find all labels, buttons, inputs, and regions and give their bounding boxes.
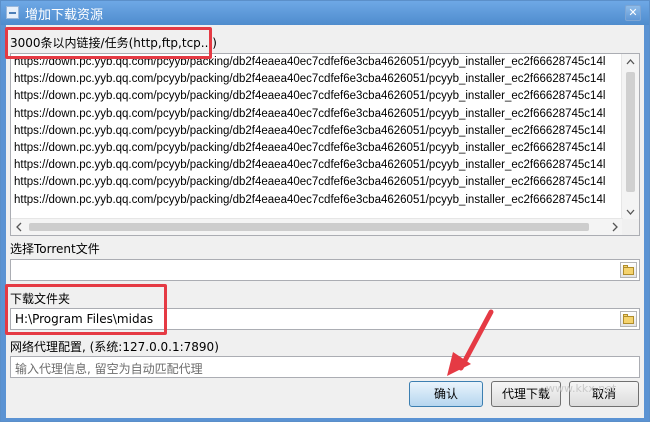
- scroll-up-icon: [626, 59, 635, 65]
- close-button[interactable]: ✕: [625, 5, 641, 21]
- url-line: https://down.pc.yyb.qq.com/pcyyb/packing…: [14, 193, 606, 206]
- url-textarea[interactable]: https://down.pc.yyb.qq.com/pcyyb/packing…: [10, 53, 640, 236]
- url-line: https://down.pc.yyb.qq.com/pcyyb/packing…: [14, 107, 606, 120]
- dialog-body: 3000条以内链接/任务(http,ftp,tcp...) https://do…: [6, 25, 644, 418]
- folder-browse-button[interactable]: [620, 311, 637, 327]
- add-download-dialog: 增加下载资源 ✕ 3000条以内链接/任务(http,ftp,tcp...) h…: [0, 0, 650, 422]
- scroll-corner: [622, 219, 639, 235]
- vertical-scrollbar[interactable]: [621, 54, 639, 220]
- app-icon: [6, 6, 19, 19]
- torrent-field[interactable]: [10, 259, 640, 281]
- url-line: https://down.pc.yyb.qq.com/pcyyb/packing…: [14, 159, 606, 172]
- scroll-right-icon: [612, 222, 618, 232]
- scrollbar-arrows: [626, 59, 635, 215]
- url-line: https://down.pc.yyb.qq.com/pcyyb/packing…: [14, 124, 606, 137]
- proxy-input[interactable]: 输入代理信息, 留空为自动匹配代理: [10, 356, 640, 378]
- url-line: https://down.pc.yyb.qq.com/pcyyb/packing…: [14, 90, 606, 103]
- folder-icon: [623, 316, 634, 324]
- proxy-placeholder: 输入代理信息, 留空为自动匹配代理: [15, 362, 203, 376]
- highlight-url-label: [5, 27, 212, 59]
- torrent-browse-button[interactable]: [620, 262, 637, 278]
- vertical-scroll-thumb: [626, 72, 635, 192]
- highlight-download-folder: [5, 284, 167, 335]
- scroll-down-icon: [626, 209, 635, 215]
- hscroll-arrows: [16, 222, 618, 232]
- folder-icon: [623, 267, 634, 275]
- url-line: https://down.pc.yyb.qq.com/pcyyb/packing…: [14, 142, 606, 154]
- annotation-arrow-icon: [447, 309, 494, 376]
- horizontal-scrollbar[interactable]: [11, 218, 623, 235]
- url-line: https://down.pc.yyb.qq.com/pcyyb/packing…: [14, 176, 606, 189]
- scroll-left-icon: [16, 222, 22, 232]
- horizontal-scroll-thumb: [29, 223, 589, 231]
- torrent-label: 选择Torrent文件: [10, 242, 100, 256]
- proxy-label: 网络代理配置, (系统:127.0.0.1:7890): [10, 340, 219, 354]
- window-title: 增加下载资源: [25, 8, 104, 23]
- watermark: www.kkx.net: [546, 382, 617, 395]
- title-bar: 增加下载资源 ✕: [1, 1, 649, 25]
- url-line: https://down.pc.yyb.qq.com/pcyyb/packing…: [14, 73, 606, 86]
